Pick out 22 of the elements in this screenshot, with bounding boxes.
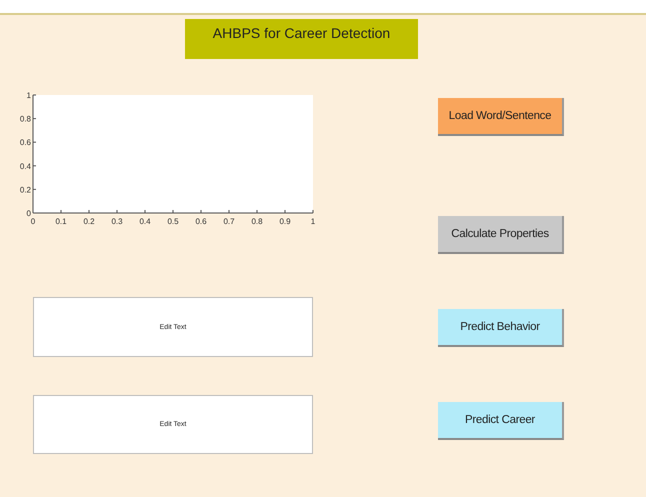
action-button[interactable]: Calculate Properties	[438, 216, 564, 254]
tick-label: 0.4	[20, 162, 31, 171]
tick-label: 0.2	[83, 217, 95, 226]
tick-label: 1	[26, 91, 31, 100]
tick-label: 0.6	[20, 138, 31, 148]
tick-label: 0.9	[279, 217, 291, 226]
tick-label: 0.2	[20, 185, 31, 194]
title-banner: AHBPS for Career Detection	[185, 19, 418, 59]
tick-label: 0.3	[111, 217, 123, 226]
tick-label: 0.8	[20, 114, 31, 124]
tick-label: 0.7	[223, 217, 235, 226]
tick-label: 0.6	[195, 217, 207, 226]
tick-label: 0.8	[251, 217, 263, 226]
tick-label: 1	[310, 217, 316, 226]
tick-label: 0.5	[167, 217, 179, 226]
tick-label: 0	[30, 217, 36, 226]
tick-label: 0	[26, 209, 31, 218]
action-button[interactable]: Predict Career	[438, 402, 564, 440]
action-button[interactable]: Predict Behavior	[438, 309, 564, 347]
action-button[interactable]: Load Word/Sentence	[438, 98, 564, 136]
tick-label: 0.4	[139, 217, 151, 226]
tick-label: 0.1	[55, 217, 67, 226]
